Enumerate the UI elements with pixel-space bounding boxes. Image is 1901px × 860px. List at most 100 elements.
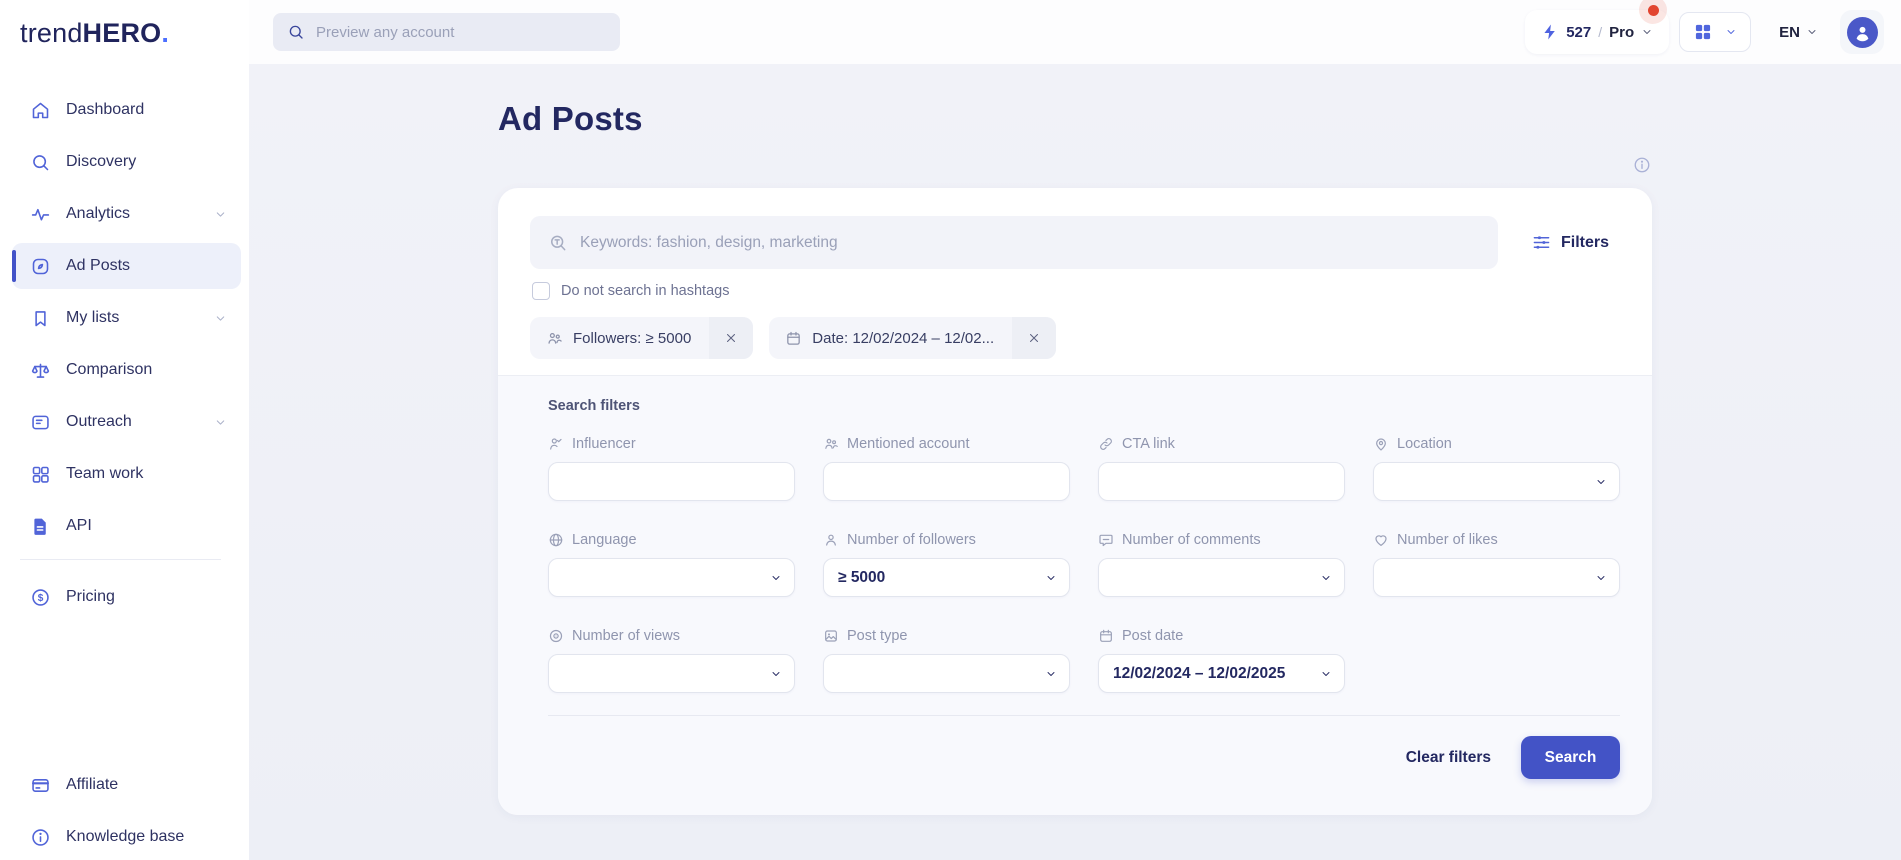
brand-logo-light: trend xyxy=(20,18,83,49)
outreach-mail-icon xyxy=(30,412,51,433)
search-card: Filters Do not search in hashtags Follow… xyxy=(498,188,1652,815)
notification-halo xyxy=(1639,0,1667,24)
field-label: CTA link xyxy=(1122,436,1175,452)
search-button[interactable]: Search xyxy=(1521,736,1620,779)
sidebar-item-api[interactable]: API xyxy=(12,503,241,549)
active-indicator xyxy=(12,250,16,282)
field-label-row: Language xyxy=(548,531,795,549)
field-number-of-views: Number of views xyxy=(548,627,795,693)
remove-followers-chip-button[interactable] xyxy=(709,317,753,359)
apps-grid-icon xyxy=(1693,22,1713,42)
comment-icon xyxy=(1098,532,1114,548)
info-icon[interactable] xyxy=(1633,156,1651,174)
field-label-row: Number of followers xyxy=(823,531,1070,549)
select-value: 12/02/2024 – 12/02/2025 xyxy=(1113,665,1285,683)
remove-date-chip-button[interactable] xyxy=(1012,317,1056,359)
influencer-icon xyxy=(548,436,564,452)
language-label: EN xyxy=(1779,24,1800,41)
field-label: Post date xyxy=(1122,628,1183,644)
filters-grid: Influencer Mentioned account CTA link xyxy=(548,435,1620,693)
location-pin-icon xyxy=(1373,436,1389,452)
field-cta-link: CTA link xyxy=(1098,435,1345,501)
post-date-select[interactable]: 12/02/2024 – 12/02/2025 xyxy=(1098,654,1345,693)
followers-icon xyxy=(546,330,563,347)
field-label-row: Number of views xyxy=(548,627,795,645)
hashtags-checkbox-label: Do not search in hashtags xyxy=(561,283,729,299)
sidebar-item-affiliate[interactable]: Affiliate xyxy=(12,762,249,808)
apps-menu[interactable] xyxy=(1679,12,1751,52)
sidebar-item-analytics[interactable]: Analytics xyxy=(12,191,241,237)
sidebar-item-knowledge-base[interactable]: Knowledge base xyxy=(12,814,249,860)
user-menu[interactable] xyxy=(1840,10,1884,54)
account-preview-input[interactable] xyxy=(316,24,606,41)
sidebar-item-label: Affiliate xyxy=(66,776,118,794)
sidebar-item-label: Dashboard xyxy=(66,101,144,119)
brand-logo-dot: . xyxy=(161,18,169,49)
number-of-views-select[interactable] xyxy=(548,654,795,693)
language-select[interactable] xyxy=(548,558,795,597)
affiliate-card-icon xyxy=(30,775,51,796)
sidebar-item-label: Pricing xyxy=(66,588,115,606)
notification-dot xyxy=(1648,5,1659,16)
mentioned-account-icon xyxy=(823,436,839,452)
topbar: 527 / Pro EN xyxy=(249,0,1901,64)
field-label: Influencer xyxy=(572,436,636,452)
sidebar-nav: Dashboard Discovery Analytics Ad Posts M… xyxy=(0,87,249,620)
keywords-search-field[interactable] xyxy=(530,216,1498,269)
chip-label: Followers: ≥ 5000 xyxy=(573,330,691,347)
keyword-search-icon xyxy=(548,233,568,253)
brand-logo[interactable]: trendHERO. xyxy=(0,0,249,49)
field-label: Number of likes xyxy=(1397,532,1498,548)
card-footer: Clear filters Search xyxy=(548,715,1620,779)
sidebar-item-team-work[interactable]: Team work xyxy=(12,451,241,497)
field-post-date: Post date 12/02/2024 – 12/02/2025 xyxy=(1098,627,1345,693)
sliders-filter-icon xyxy=(1532,233,1551,252)
field-label-row: Location xyxy=(1373,435,1620,453)
sidebar-item-outreach[interactable]: Outreach xyxy=(12,399,241,445)
sidebar-item-dashboard[interactable]: Dashboard xyxy=(12,87,241,133)
chevron-down-icon xyxy=(1320,572,1332,584)
chevron-down-icon xyxy=(214,312,227,325)
heart-icon xyxy=(1373,532,1389,548)
person-icon xyxy=(823,532,839,548)
post-type-select[interactable] xyxy=(823,654,1070,693)
field-label-row: Number of likes xyxy=(1373,531,1620,549)
field-label: Number of followers xyxy=(847,532,976,548)
post-type-image-icon xyxy=(823,628,839,644)
sidebar: trendHERO. Dashboard Discovery Analytics… xyxy=(0,0,249,860)
select-value: ≥ 5000 xyxy=(838,569,885,587)
sidebar-item-my-lists[interactable]: My lists xyxy=(12,295,241,341)
field-label-row: Mentioned account xyxy=(823,435,1070,453)
field-influencer: Influencer xyxy=(548,435,795,501)
influencer-input[interactable] xyxy=(548,462,795,501)
info-circle-icon xyxy=(30,827,51,848)
field-number-of-followers: Number of followers ≥ 5000 xyxy=(823,531,1070,597)
sidebar-footer: Affiliate Knowledge base xyxy=(0,762,249,860)
team-grid-icon xyxy=(30,464,51,485)
chevron-down-icon xyxy=(1045,668,1057,680)
filters-button[interactable]: Filters xyxy=(1528,225,1613,260)
close-icon xyxy=(1027,331,1041,345)
number-of-followers-select[interactable]: ≥ 5000 xyxy=(823,558,1070,597)
ad-posts-compass-icon xyxy=(30,256,51,277)
sidebar-item-label: My lists xyxy=(66,309,119,327)
mentioned-account-input[interactable] xyxy=(823,462,1070,501)
credits-plan-menu[interactable]: 527 / Pro xyxy=(1525,10,1669,54)
location-select[interactable] xyxy=(1373,462,1620,501)
field-number-of-likes: Number of likes xyxy=(1373,531,1620,597)
field-label: Language xyxy=(572,532,637,548)
language-selector[interactable]: EN xyxy=(1779,24,1818,41)
keywords-input[interactable] xyxy=(580,234,1480,252)
account-preview-search[interactable] xyxy=(273,13,620,51)
sidebar-item-discovery[interactable]: Discovery xyxy=(12,139,241,185)
sidebar-item-ad-posts[interactable]: Ad Posts xyxy=(12,243,241,289)
cta-link-input[interactable] xyxy=(1098,462,1345,501)
number-of-likes-select[interactable] xyxy=(1373,558,1620,597)
number-of-comments-select[interactable] xyxy=(1098,558,1345,597)
date-filter-chip: Date: 12/02/2024 – 12/02... xyxy=(769,317,1056,359)
keywords-row: Filters xyxy=(530,216,1613,269)
clear-filters-button[interactable]: Clear filters xyxy=(1406,749,1491,767)
sidebar-item-pricing[interactable]: $ Pricing xyxy=(12,574,241,620)
sidebar-item-comparison[interactable]: Comparison xyxy=(12,347,241,393)
hashtags-checkbox[interactable] xyxy=(532,282,550,300)
